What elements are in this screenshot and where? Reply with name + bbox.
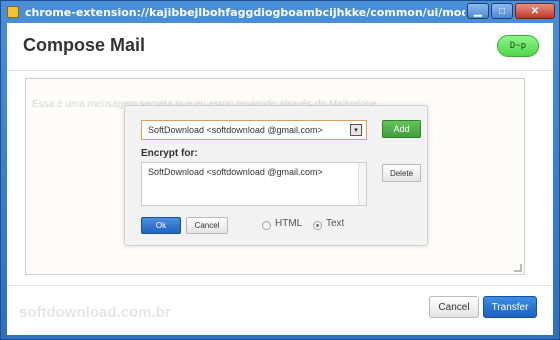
chevron-down-icon[interactable]: ▾ — [350, 124, 362, 136]
client-area: Compose Mail D~p Essa é uma mensagem sec… — [7, 23, 553, 335]
encrypt-for-label: Encrypt for: — [141, 148, 198, 159]
recipient-list[interactable]: SoftDownload <softdownload @gmail.com> — [141, 162, 367, 206]
encrypt-dialog: SoftDownload <softdownload @gmail.com> ▾… — [124, 105, 428, 246]
close-icon[interactable]: ✕ — [515, 3, 555, 19]
window-frame: chrome-extension://kajibbejlbohfaggdiogb… — [0, 0, 560, 340]
app-icon — [7, 6, 19, 18]
list-item[interactable]: SoftDownload <softdownload @gmail.com> — [148, 167, 360, 177]
minimize-icon[interactable]: ▁ — [467, 3, 489, 19]
html-radio-label[interactable]: HTML — [275, 218, 302, 229]
title-bar[interactable]: chrome-extension://kajibbejlbohfaggdiogb… — [1, 1, 559, 23]
add-button[interactable]: Add — [382, 120, 421, 138]
cancel-button[interactable]: Cancel — [429, 296, 479, 318]
transfer-button[interactable]: Transfer — [483, 296, 537, 318]
compose-header: Compose Mail D~p — [7, 23, 553, 71]
page-title: Compose Mail — [23, 35, 146, 55]
html-radio[interactable] — [262, 221, 271, 230]
window-title: chrome-extension://kajibbejlbohfaggdiogb… — [25, 5, 465, 19]
recipient-select-value: SoftDownload <softdownload @gmail.com> — [148, 125, 323, 135]
dialog-cancel-button[interactable]: Cancel — [186, 217, 228, 234]
dp-badge-button[interactable]: D~p — [497, 35, 539, 57]
watermark: softdownload.com.br — [19, 304, 171, 321]
ok-button[interactable]: Ok — [141, 217, 181, 234]
footer: softdownload.com.br Cancel Transfer — [7, 285, 553, 335]
maximize-icon[interactable]: □ — [491, 3, 513, 19]
text-radio-label[interactable]: Text — [326, 218, 344, 229]
resize-grip-icon[interactable] — [514, 264, 522, 272]
list-scrollbar[interactable] — [358, 163, 366, 205]
text-radio[interactable] — [313, 221, 322, 230]
delete-button[interactable]: Delete — [382, 164, 421, 182]
recipient-select[interactable]: SoftDownload <softdownload @gmail.com> ▾ — [141, 120, 367, 140]
window-controls: ▁ □ ✕ — [467, 3, 555, 19]
